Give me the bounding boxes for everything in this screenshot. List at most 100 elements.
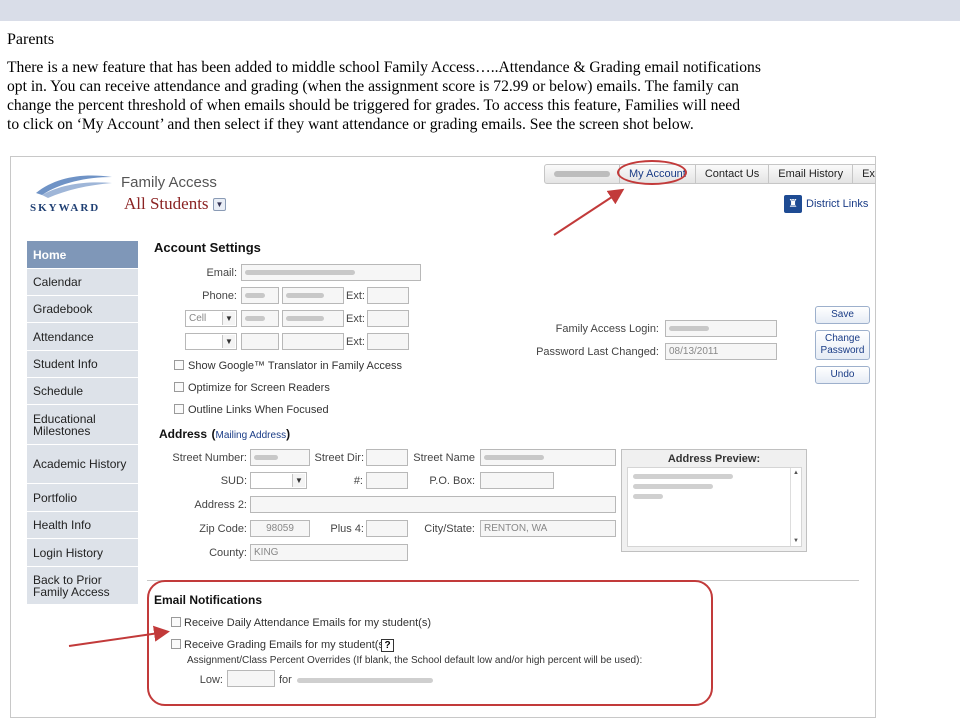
password-changed-label: Password Last Changed: — [536, 346, 659, 358]
family-access-screenshot: SKYWARD Family Access All Students ▼ My … — [10, 156, 876, 718]
sidebar-item-educational-milestones[interactable]: Educational Milestones — [27, 405, 138, 445]
phone2-area-field[interactable] — [241, 310, 279, 327]
for-label: for — [279, 674, 292, 686]
my-account-link[interactable]: My Account — [617, 160, 695, 185]
sidebar-item-calendar[interactable]: Calendar — [27, 269, 138, 296]
grading-email-label: Receive Grading Emails for my student(s) — [184, 639, 388, 651]
sidebar-item-login-history[interactable]: Login History — [27, 539, 138, 567]
chevron-down-icon: ▼ — [222, 335, 235, 348]
sidebar-item-gradebook[interactable]: Gradebook — [27, 296, 138, 323]
arrow-to-my-account — [553, 188, 625, 236]
sud-select[interactable]: ▼ — [250, 472, 307, 489]
login-label: Family Access Login: — [555, 323, 659, 335]
phone2-number-field[interactable] — [282, 310, 344, 327]
sidebar-item-attendance[interactable]: Attendance — [27, 323, 138, 351]
doc-line: There is a new feature that has been add… — [7, 59, 761, 76]
undo-button[interactable]: Undo — [815, 366, 870, 384]
po-box-field[interactable] — [480, 472, 554, 489]
unit-number-label: #: — [353, 475, 363, 487]
city-state-label: City/State: — [424, 523, 475, 535]
address2-field[interactable] — [250, 496, 616, 513]
top-banner — [0, 0, 960, 21]
phone-area-field[interactable] — [241, 287, 279, 304]
account-settings-title: Account Settings — [154, 240, 261, 255]
ext-field-3[interactable] — [367, 333, 409, 350]
exit-link[interactable]: Exit — [852, 165, 875, 183]
attendance-email-label: Receive Daily Attendance Emails for my s… — [184, 617, 431, 629]
email-history-link[interactable]: Email History — [768, 165, 852, 183]
doc-line: to click on ‘My Account’ and then select… — [7, 116, 694, 133]
grading-email-checkbox[interactable] — [171, 639, 181, 649]
district-links[interactable]: ♜ District Links — [784, 195, 868, 213]
help-icon[interactable]: ? — [381, 639, 394, 652]
street-number-label: Street Number: — [172, 452, 247, 464]
phone-type-value: Cell — [189, 313, 207, 324]
doc-line: opt in. You can receive attendance and g… — [7, 78, 739, 95]
logo-text: SKYWARD — [30, 202, 100, 213]
sidebar-item-portfolio[interactable]: Portfolio — [27, 484, 138, 512]
save-button[interactable]: Save — [815, 306, 870, 324]
address-preview-title: Address Preview: — [667, 453, 761, 465]
doc-heading: Parents — [7, 31, 55, 48]
sud-label: SUD: — [220, 475, 247, 487]
screen-reader-checkbox[interactable] — [174, 382, 184, 392]
phone-type-select-2[interactable]: ▼ — [185, 333, 237, 350]
user-name-redacted — [545, 165, 619, 183]
phone-type-select[interactable]: Cell ▼ — [185, 310, 237, 327]
outline-links-label: Outline Links When Focused — [188, 404, 329, 416]
contact-us-link[interactable]: Contact Us — [694, 165, 768, 183]
address-preview-text: ▲ ▼ — [627, 467, 802, 547]
sidebar-item-back-to-prior[interactable]: Back to Prior Family Access — [27, 567, 138, 605]
sidebar-nav: Home Calendar Gradebook Attendance Stude… — [27, 241, 138, 605]
change-password-button[interactable]: Change Password — [815, 330, 870, 360]
screen-reader-label: Optimize for Screen Readers — [188, 382, 330, 394]
top-links: My Account Contact Us Email History Exit — [544, 160, 875, 185]
preview-scrollbar[interactable]: ▲ ▼ — [790, 468, 801, 546]
ext-label: Ext: — [346, 290, 365, 302]
low-percent-field[interactable] — [227, 670, 275, 687]
zip-code-field[interactable]: 98059 — [250, 520, 310, 537]
chevron-down-icon[interactable]: ▼ — [213, 198, 226, 211]
plus4-label: Plus 4: — [330, 523, 364, 535]
address-title: Address — [159, 427, 208, 441]
street-dir-label: Street Dir: — [314, 452, 364, 464]
class-name-redacted — [297, 678, 433, 683]
email-label: Email: — [206, 267, 237, 279]
street-dir-field[interactable] — [366, 449, 408, 466]
password-changed-field: 08/13/2011 — [665, 343, 777, 360]
sidebar-item-academic-history[interactable]: Academic History — [27, 445, 138, 484]
document-text: Parents There is a new feature that has … — [7, 30, 957, 134]
phone-number-field[interactable] — [282, 287, 344, 304]
street-name-label: Street Name — [413, 452, 475, 464]
outline-links-checkbox[interactable] — [174, 404, 184, 414]
phone3-number-field[interactable] — [282, 333, 344, 350]
plus4-field[interactable] — [366, 520, 408, 537]
street-name-field[interactable] — [480, 449, 616, 466]
student-selector[interactable]: All Students — [124, 194, 209, 214]
sidebar-item-home[interactable]: Home — [27, 241, 138, 269]
po-box-label: P.O. Box: — [429, 475, 475, 487]
ext-field-2[interactable] — [367, 310, 409, 327]
attendance-email-checkbox[interactable] — [171, 617, 181, 627]
skyward-logo: SKYWARD — [30, 175, 112, 213]
county-label: County: — [209, 547, 247, 559]
chevron-down-icon: ▼ — [222, 312, 235, 325]
city-state-field: RENTON, WA — [480, 520, 616, 537]
sidebar-item-student-info[interactable]: Student Info — [27, 351, 138, 378]
email-field[interactable] — [241, 264, 421, 281]
county-field: KING — [250, 544, 408, 561]
sidebar-item-health-info[interactable]: Health Info — [27, 512, 138, 539]
phone3-area-field[interactable] — [241, 333, 279, 350]
building-icon: ♜ — [784, 195, 802, 213]
unit-number-field[interactable] — [366, 472, 408, 489]
street-number-field[interactable] — [250, 449, 310, 466]
ext-field[interactable] — [367, 287, 409, 304]
phone-label: Phone: — [202, 290, 237, 302]
annotation-circle — [617, 160, 687, 185]
sidebar-item-schedule[interactable]: Schedule — [27, 378, 138, 405]
translator-label: Show Google™ Translator in Family Access — [188, 360, 402, 372]
translator-checkbox[interactable] — [174, 360, 184, 370]
zip-code-label: Zip Code: — [199, 523, 247, 535]
mailing-address-link[interactable]: Mailing Address — [215, 430, 286, 441]
doc-paragraph: There is a new feature that has been add… — [7, 58, 957, 134]
